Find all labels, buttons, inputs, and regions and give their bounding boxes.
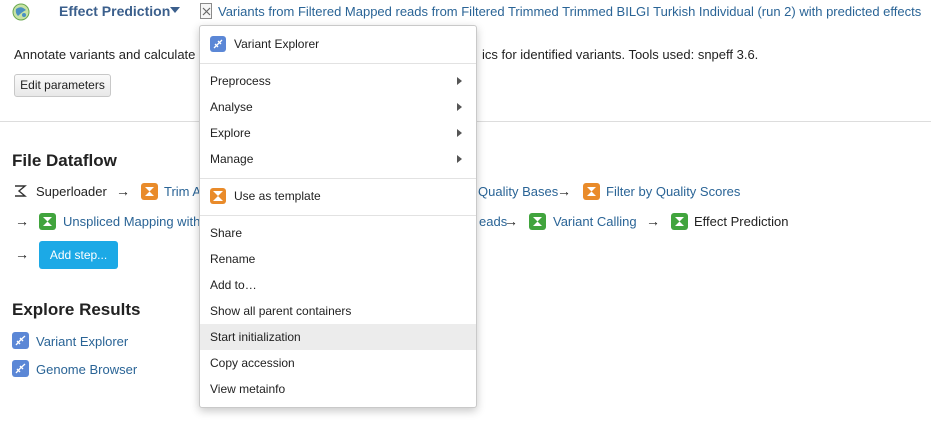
flow-arrow: → [646, 213, 660, 229]
file-dataflow-heading: File Dataflow [12, 151, 117, 170]
menu-item-start-initialization[interactable]: Start initialization [200, 324, 476, 350]
app-logo-icon[interactable] [12, 3, 30, 21]
chevron-right-icon [457, 129, 462, 137]
menu-item-use-as-template[interactable]: Use as template [200, 183, 476, 209]
app-title[interactable]: Effect Prediction [59, 3, 170, 19]
hourglass-icon [39, 213, 56, 230]
flow-arrow: → [15, 246, 29, 262]
explore-results-heading: Explore Results [12, 300, 141, 319]
hourglass-icon [671, 213, 688, 230]
hourglass-icon [583, 183, 600, 200]
menu-separator [200, 215, 476, 216]
flow-arrow: → [504, 213, 518, 229]
hourglass-icon [529, 213, 546, 230]
dna-icon [12, 360, 29, 377]
add-step-button[interactable]: Add step... [39, 241, 118, 269]
trim-step-link[interactable]: Trim A [164, 184, 201, 199]
top-bar: Effect Prediction Variants from Filtered… [0, 0, 931, 24]
hourglass-icon [210, 188, 226, 204]
menu-item-preprocess[interactable]: Preprocess [200, 68, 476, 94]
menu-item-view-metainfo[interactable]: View metainfo [200, 376, 476, 402]
chevron-right-icon [457, 155, 462, 163]
mapped-reads-step-link[interactable]: eads [479, 214, 507, 229]
menu-separator [200, 178, 476, 179]
unspliced-mapping-step-link[interactable]: Unspliced Mapping with [63, 214, 200, 229]
context-menu: Variant Explorer Preprocess Analyse Expl… [199, 25, 477, 408]
chevron-right-icon [457, 103, 462, 111]
variant-calling-step-link[interactable]: Variant Calling [553, 214, 637, 229]
menu-item-show-parent-containers[interactable]: Show all parent containers [200, 298, 476, 324]
description-text: Annotate variants and calculate [14, 47, 196, 62]
menu-item-analyse[interactable]: Analyse [200, 94, 476, 120]
description-text-tail: ics for identified variants. Tools used:… [482, 47, 759, 62]
chevron-right-icon [457, 77, 462, 85]
dna-icon [12, 332, 29, 349]
flow-arrow: → [116, 183, 130, 199]
variant-explorer-result-link[interactable]: Variant Explorer [36, 334, 128, 349]
genome-browser-result-link[interactable]: Genome Browser [36, 362, 137, 377]
quality-bases-step-link[interactable]: Quality Bases [478, 184, 558, 199]
flow-arrow: → [557, 183, 571, 199]
chevron-down-icon[interactable] [170, 7, 180, 13]
document-title-link[interactable]: Variants from Filtered Mapped reads from… [218, 4, 921, 19]
menu-item-share[interactable]: Share [200, 220, 476, 246]
menu-item-rename[interactable]: Rename [200, 246, 476, 272]
menu-separator [200, 63, 476, 64]
menu-item-manage[interactable]: Manage [200, 146, 476, 172]
superloader-icon [15, 185, 27, 197]
menu-item-variant-explorer[interactable]: Variant Explorer [200, 31, 476, 57]
filter-quality-step-link[interactable]: Filter by Quality Scores [606, 184, 740, 199]
flow-arrow: → [15, 213, 29, 229]
edit-parameters-button[interactable]: Edit parameters [14, 74, 111, 97]
dna-icon [210, 36, 226, 52]
hourglass-icon [141, 183, 158, 200]
superloader-label: Superloader [36, 184, 107, 199]
menu-item-add-to[interactable]: Add to… [200, 272, 476, 298]
effect-prediction-current-step: Effect Prediction [694, 214, 789, 229]
document-icon [200, 3, 212, 19]
menu-item-copy-accession[interactable]: Copy accession [200, 350, 476, 376]
menu-item-explore[interactable]: Explore [200, 120, 476, 146]
